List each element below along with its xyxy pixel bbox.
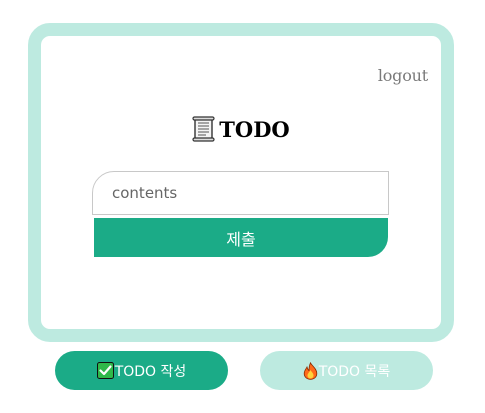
check-icon bbox=[96, 362, 114, 379]
title-text: TODO bbox=[219, 116, 290, 142]
logout-link[interactable]: logout bbox=[378, 66, 428, 85]
page-title: TODO bbox=[41, 116, 441, 142]
scroll-icon bbox=[192, 116, 216, 142]
fire-icon bbox=[303, 361, 318, 380]
tab-list-label: TODO 목록 bbox=[318, 363, 391, 380]
tab-todo-list[interactable]: TODO 목록 bbox=[260, 351, 433, 390]
submit-button[interactable]: 제출 bbox=[94, 218, 388, 257]
contents-input[interactable] bbox=[92, 171, 389, 215]
tab-todo-write[interactable]: TODO 작성 bbox=[55, 351, 228, 390]
todo-card: logout TODO 제출 bbox=[28, 23, 454, 342]
tab-write-label: TODO 작성 bbox=[114, 363, 187, 380]
